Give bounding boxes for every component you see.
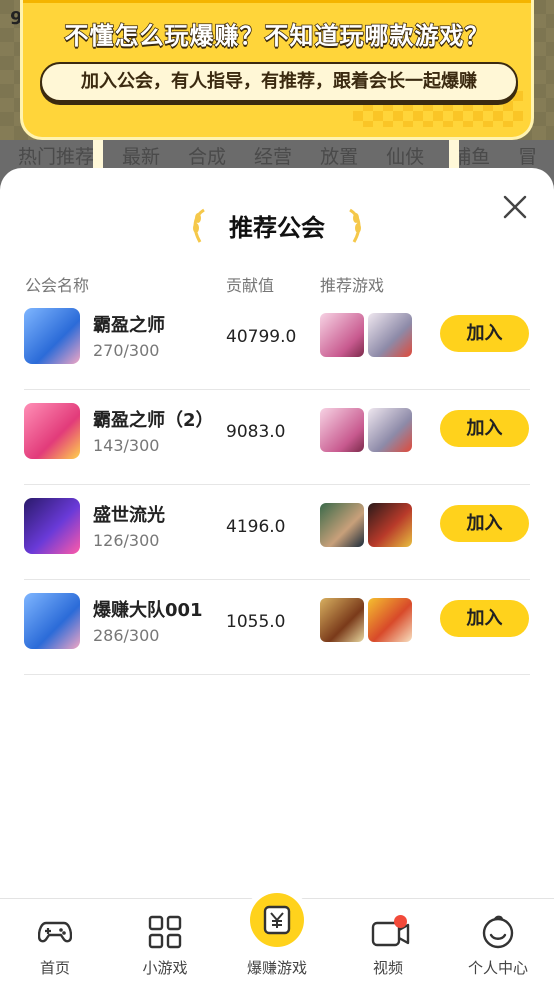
join-button[interactable]: 加入	[440, 505, 529, 542]
bg-tab: 放置	[320, 146, 359, 168]
nav-label: 个人中心	[467, 959, 528, 977]
bg-tab: 冒	[518, 146, 538, 168]
guild-contribution: 1055.0	[226, 612, 286, 632]
sheet-title: 推荐公会	[229, 214, 325, 242]
guild-member-count: 143/300	[93, 436, 160, 455]
guild-member-count: 286/300	[93, 626, 160, 645]
recommended-guilds-sheet: 推荐公会 公会名称 贡献值 推荐游戏 霸盈之师 270/300 40799.0 …	[0, 168, 554, 898]
guild-row: 盛世流光 126/300 4196.0 加入	[24, 485, 530, 580]
recommended-game-thumbnail[interactable]	[368, 408, 412, 452]
recommended-game-thumbnail[interactable]	[320, 408, 364, 452]
nav-item-mini-games[interactable]: 小游戏	[110, 899, 220, 986]
nav-label: 首页	[39, 959, 70, 977]
bottom-navigation: 首页 小游戏 爆赚游戏 视频 个人中心	[0, 887, 554, 986]
guild-name: 爆赚大队001	[93, 600, 203, 621]
bg-tab: 经营	[254, 146, 293, 168]
bg-tab: 最新	[122, 146, 161, 168]
laurel-right-icon	[349, 208, 361, 243]
guild-avatar	[24, 498, 80, 554]
join-button[interactable]: 加入	[440, 410, 529, 447]
promo-banner: 不懂怎么玩爆赚？不知道玩哪款游戏？ 加入公会，有人指导，有推荐，跟着会长一起爆赚	[20, 0, 534, 140]
guild-row: 霸盈之师（2） 143/300 9083.0 加入	[24, 390, 530, 485]
banner-headline: 不懂怎么玩爆赚？不知道玩哪款游戏？	[64, 21, 490, 51]
guild-name: 霸盈之师	[93, 315, 165, 336]
column-header-contribution: 贡献值	[226, 276, 275, 295]
recommended-game-thumbnail[interactable]	[320, 313, 364, 357]
guild-avatar	[24, 403, 80, 459]
recommended-game-thumbnail[interactable]	[368, 503, 412, 547]
recommended-game-thumbnail[interactable]	[320, 598, 364, 642]
bg-tab: 合成	[188, 146, 227, 168]
nav-label: 视频	[372, 959, 403, 977]
guild-contribution: 4196.0	[226, 517, 286, 537]
nav-label: 小游戏	[142, 959, 188, 977]
guild-avatar	[24, 308, 80, 364]
guild-name: 霸盈之师（2）	[93, 410, 214, 431]
smile-icon	[482, 915, 514, 949]
guild-contribution: 9083.0	[226, 422, 286, 442]
guild-member-count: 270/300	[93, 341, 160, 360]
bg-tab: 热门推荐	[18, 146, 95, 168]
guild-row: 爆赚大队001 286/300 1055.0 加入	[24, 580, 530, 675]
join-button[interactable]: 加入	[440, 600, 529, 637]
guild-name: 盛世流光	[93, 505, 165, 526]
guild-member-count: 126/300	[93, 531, 160, 550]
guild-contribution: 40799.0	[226, 327, 297, 347]
nav-item-profile[interactable]: 个人中心	[443, 899, 553, 986]
grid-icon	[148, 915, 182, 949]
join-button[interactable]: 加入	[440, 315, 529, 352]
nav-item-home[interactable]: 首页	[0, 899, 110, 986]
nav-item-video[interactable]: 视频	[333, 899, 443, 986]
bg-tab: 仙侠	[386, 146, 425, 168]
close-icon[interactable]	[502, 194, 528, 220]
guild-row: 霸盈之师 270/300 40799.0 加入	[24, 295, 530, 390]
nav-item-earn-games[interactable]: 爆赚游戏	[222, 899, 332, 986]
column-header-games: 推荐游戏	[320, 276, 385, 295]
guild-avatar	[24, 593, 80, 649]
recommended-game-thumbnail[interactable]	[368, 598, 412, 642]
column-header-name: 公会名称	[25, 276, 90, 295]
gamepad-icon	[38, 921, 72, 943]
banner-subtitle: 加入公会，有人指导，有推荐，跟着会长一起爆赚	[40, 62, 518, 102]
recommended-game-thumbnail[interactable]	[320, 503, 364, 547]
recommended-game-thumbnail[interactable]	[368, 313, 412, 357]
notification-badge	[394, 915, 407, 928]
nav-label: 爆赚游戏	[246, 959, 307, 977]
